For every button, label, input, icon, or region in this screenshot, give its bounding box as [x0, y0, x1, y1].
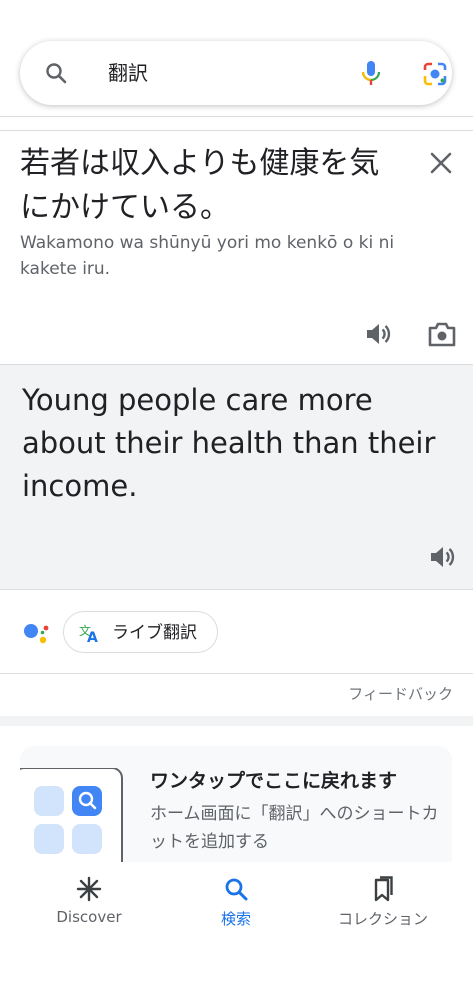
close-icon[interactable] [428, 150, 454, 176]
search-icon [225, 878, 248, 901]
divider [0, 116, 473, 117]
translation-panel: Young people care more about their healt… [0, 365, 473, 589]
section-separator [0, 716, 473, 726]
bookmark-icon [374, 876, 393, 902]
divider [0, 130, 473, 131]
divider [0, 673, 473, 674]
search-query[interactable]: 翻訳 [108, 60, 148, 86]
promo-description: ホーム画面に「翻訳」へのショートカットを追加する [150, 804, 439, 852]
source-text[interactable]: 若者は収入よりも健康を気にかけている。 [20, 142, 400, 230]
translation-text[interactable]: Young people care more about their healt… [22, 379, 462, 508]
speaker-icon[interactable] [364, 320, 392, 348]
microphone-icon[interactable] [359, 59, 383, 87]
speaker-icon[interactable] [428, 543, 456, 571]
source-transliteration: Wakamono wa shūnyū yori mo kenkō o ki ni… [20, 233, 395, 279]
live-translate-label: ライブ翻訳 [112, 623, 197, 643]
google-lens-icon[interactable] [421, 61, 449, 87]
nav-discover[interactable]: Discover [24, 876, 154, 926]
nav-discover-label: Discover [56, 908, 122, 926]
nav-search[interactable]: 検索 [171, 876, 301, 929]
feedback-link[interactable]: フィードバック [348, 683, 453, 704]
search-icon [46, 63, 67, 84]
search-bar[interactable]: 翻訳 [20, 41, 452, 105]
svg-text:A: A [87, 630, 98, 644]
divider [0, 589, 473, 590]
google-assistant-icon[interactable] [22, 620, 52, 646]
nav-search-label: 検索 [220, 910, 251, 928]
live-translate-button[interactable]: 文 A ライブ翻訳 [63, 611, 218, 653]
bottom-navigation: Discover 検索 コレクション [0, 862, 473, 999]
translate-icon: 文 A [79, 623, 98, 644]
asterisk-icon [76, 876, 102, 902]
camera-icon[interactable] [427, 320, 457, 348]
nav-collections-label: コレクション [337, 910, 428, 928]
promo-title: ワンタップでここに戻れます [150, 770, 398, 792]
nav-collections[interactable]: コレクション [318, 876, 448, 929]
